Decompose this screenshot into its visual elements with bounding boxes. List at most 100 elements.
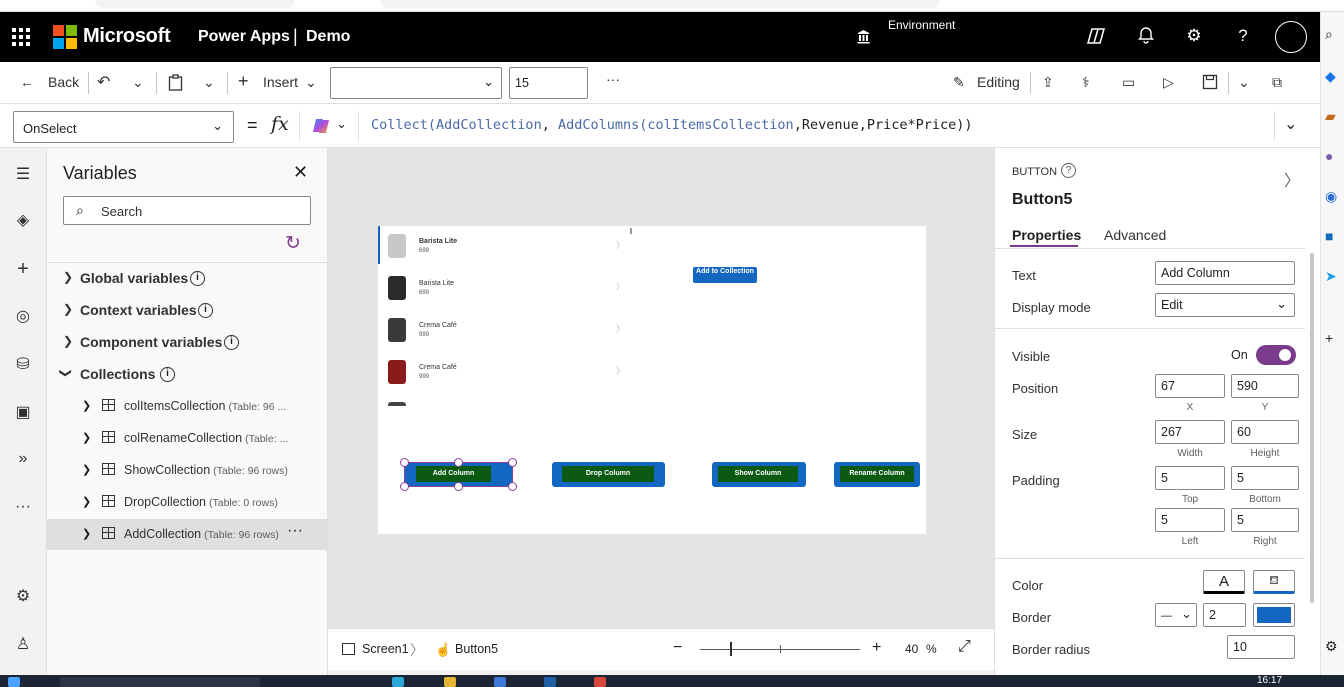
border-width-input[interactable]: 2 bbox=[1203, 603, 1246, 627]
gallery-scrollbar[interactable] bbox=[630, 228, 632, 234]
zoom-slider-thumb[interactable] bbox=[730, 642, 732, 656]
insert-button[interactable]: Insert bbox=[263, 74, 298, 90]
padding-left-input[interactable]: 5 bbox=[1155, 508, 1225, 532]
border-radius-input[interactable]: 10 bbox=[1227, 635, 1295, 659]
app-taskbar-icon[interactable] bbox=[544, 677, 556, 687]
environment-icon[interactable] bbox=[855, 28, 872, 50]
taskbar-search-box[interactable] bbox=[60, 677, 260, 687]
chevron-right-icon[interactable]: ❯ bbox=[82, 431, 91, 444]
chevron-right-icon[interactable]: 〉 bbox=[616, 364, 625, 377]
power-automate-icon[interactable]: » bbox=[12, 450, 34, 468]
resize-handle[interactable] bbox=[400, 458, 409, 467]
text-input[interactable]: Add Column bbox=[1155, 261, 1295, 285]
back-button[interactable]: Back bbox=[48, 74, 79, 90]
chevron-right-icon[interactable]: ❯ bbox=[82, 495, 91, 508]
copilot-formula-icon[interactable] bbox=[311, 116, 331, 139]
group-collections[interactable]: ❯ Collections i bbox=[47, 359, 328, 389]
info-icon[interactable]: i bbox=[190, 271, 205, 286]
group-component-variables[interactable]: ❯ Component variables i bbox=[47, 327, 328, 357]
help-icon[interactable]: ? bbox=[1061, 163, 1076, 178]
scrollbar[interactable] bbox=[1310, 253, 1314, 603]
app-screen[interactable]: Barista Lite 699 〉 Barista Lite 699 〉 Crema Ca… bbox=[378, 226, 926, 534]
info-icon[interactable]: i bbox=[224, 335, 239, 350]
close-icon[interactable]: ✕ bbox=[293, 162, 308, 183]
bell-icon[interactable] bbox=[1135, 26, 1157, 49]
control-name[interactable]: Button5 bbox=[1012, 191, 1072, 209]
windows-start-icon[interactable] bbox=[8, 677, 20, 687]
chevron-down-icon[interactable]: ⌄ bbox=[203, 74, 215, 91]
more-icon[interactable]: ··· bbox=[12, 498, 34, 516]
back-arrow-icon[interactable]: ← bbox=[20, 74, 34, 90]
chevron-right-icon[interactable]: ❯ bbox=[82, 399, 91, 412]
height-input[interactable]: 60 bbox=[1231, 420, 1299, 444]
border-color-picker[interactable] bbox=[1253, 603, 1295, 627]
chevron-down-icon[interactable]: ⌄ bbox=[132, 74, 144, 91]
expand-formula-chevron-icon[interactable]: ⌄ bbox=[1284, 114, 1297, 134]
browser-address-bar[interactable] bbox=[95, 0, 295, 8]
padding-right-input[interactable]: 5 bbox=[1231, 508, 1299, 532]
explorer-taskbar-icon[interactable] bbox=[444, 677, 456, 687]
gear-icon[interactable]: ⚙ bbox=[1183, 26, 1205, 46]
zoom-in-icon[interactable]: + bbox=[872, 639, 881, 657]
property-dropdown[interactable]: OnSelect ⌄ bbox=[13, 111, 234, 143]
fit-to-window-icon[interactable]: ⤢ bbox=[958, 638, 971, 656]
chevron-right-icon[interactable]: 〉 bbox=[616, 238, 625, 251]
formula-editor[interactable]: Collect(AddCollection, AddColumns(colIte… bbox=[371, 117, 973, 133]
share-icon[interactable]: ⇪ bbox=[1042, 74, 1054, 91]
resize-handle[interactable] bbox=[454, 482, 463, 491]
collection-item[interactable]: ❯ ShowCollection (Table: 96 rows) bbox=[47, 455, 328, 486]
collection-item[interactable]: ❯ AddCollection (Table: 96 rows) ··· bbox=[47, 519, 328, 550]
media-icon[interactable]: ▣ bbox=[12, 402, 34, 422]
play-icon[interactable]: ▷ bbox=[1163, 74, 1174, 91]
padding-bottom-input[interactable]: 5 bbox=[1231, 466, 1299, 490]
chrome-taskbar-icon[interactable] bbox=[594, 677, 606, 687]
fill-color-picker[interactable]: ⛾ bbox=[1253, 570, 1295, 594]
send-icon[interactable]: ➤ bbox=[1325, 268, 1337, 285]
display-mode-dropdown[interactable]: Edit ⌄ bbox=[1155, 293, 1295, 317]
avatar[interactable] bbox=[1275, 21, 1307, 53]
chevron-right-icon[interactable]: 〉 bbox=[616, 322, 625, 335]
people-icon[interactable]: ● bbox=[1325, 148, 1333, 164]
padding-top-input[interactable]: 5 bbox=[1155, 466, 1225, 490]
edge-taskbar-icon[interactable] bbox=[392, 677, 404, 687]
control-breadcrumb[interactable]: Button5 bbox=[455, 642, 498, 656]
add-to-collection-button[interactable]: Add to Collection bbox=[693, 267, 757, 283]
border-style-dropdown[interactable]: — ⌄ bbox=[1155, 603, 1197, 627]
database-icon[interactable]: ⛁ bbox=[12, 354, 34, 374]
outlook-icon[interactable]: ■ bbox=[1325, 228, 1333, 244]
gallery-item[interactable]: Crema Café 999 〉 bbox=[378, 310, 628, 352]
zoom-out-icon[interactable]: − bbox=[673, 639, 682, 657]
collection-item[interactable]: ❯ colItemsCollection (Table: 96 ... bbox=[47, 391, 328, 422]
position-y-input[interactable]: 590 bbox=[1231, 374, 1299, 398]
save-icon[interactable] bbox=[1202, 74, 1218, 93]
visible-toggle[interactable] bbox=[1256, 345, 1296, 365]
chevron-right-icon[interactable]: 〉 bbox=[616, 280, 625, 293]
copilot-icon[interactable] bbox=[1085, 26, 1107, 51]
publish-icon[interactable]: ⧉ bbox=[1272, 74, 1282, 91]
undo-icon[interactable]: ↶ bbox=[97, 72, 110, 92]
environment-label[interactable]: Environment bbox=[888, 18, 955, 32]
comments-icon[interactable]: ▭ bbox=[1122, 74, 1135, 91]
collection-item[interactable]: ❯ colRenameCollection (Table: ... bbox=[47, 423, 328, 454]
toolbox-icon[interactable]: ▰ bbox=[1325, 108, 1336, 125]
group-global-variables[interactable]: ❯ Global variables i bbox=[47, 263, 328, 293]
plus-icon[interactable]: + bbox=[238, 71, 249, 92]
show-column-button[interactable]: Show Column bbox=[712, 462, 806, 487]
chevron-right-icon[interactable]: ❯ bbox=[82, 527, 91, 540]
group-context-variables[interactable]: ❯ Context variables i bbox=[47, 295, 328, 325]
info-icon[interactable]: i bbox=[198, 303, 213, 318]
gallery-item[interactable]: Crema Cafe XL〉 bbox=[378, 394, 628, 406]
refresh-icon[interactable]: ↻ bbox=[285, 232, 301, 255]
gallery-item[interactable]: Barista Lite 699 〉 bbox=[378, 268, 628, 310]
tab-properties[interactable]: Properties bbox=[1012, 227, 1081, 243]
resize-handle[interactable] bbox=[454, 458, 463, 467]
resize-handle[interactable] bbox=[508, 458, 517, 467]
paste-icon[interactable] bbox=[168, 74, 183, 94]
hamburger-menu-icon[interactable]: ☰ bbox=[12, 164, 34, 184]
zoom-value[interactable]: 40 bbox=[905, 642, 918, 656]
help-icon[interactable]: ? bbox=[1232, 26, 1254, 46]
app-checker-icon[interactable]: ⚕ bbox=[1082, 74, 1090, 91]
font-size-input[interactable]: 15 bbox=[509, 67, 588, 99]
tag-icon[interactable]: ◆ bbox=[1325, 68, 1336, 85]
copilot-edge-icon[interactable]: ◉ bbox=[1325, 188, 1337, 205]
